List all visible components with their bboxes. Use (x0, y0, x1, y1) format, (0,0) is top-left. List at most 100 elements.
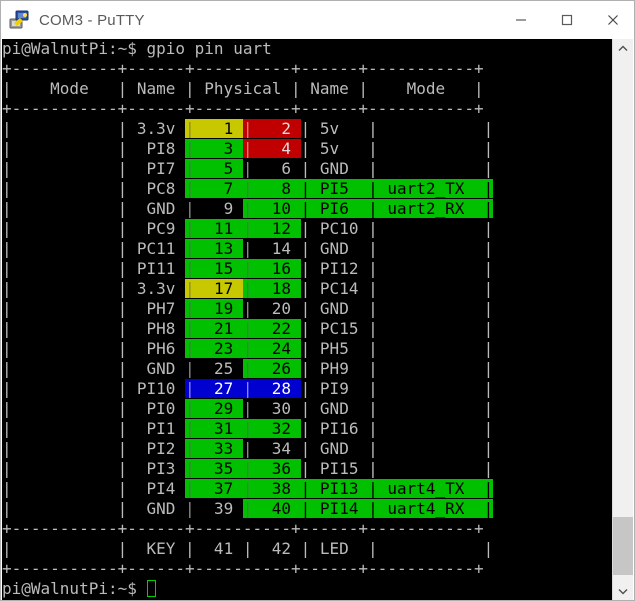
pin-pad-right (291, 379, 301, 398)
pin-pad-left (233, 339, 243, 358)
mode-left-cell: | | PI0 (2, 399, 186, 418)
mode-right-cell: | PI15 | | (300, 459, 494, 478)
mode-right-cell: | PC14 | | (300, 279, 494, 298)
scroll-up-arrow[interactable] (613, 39, 633, 57)
mode-right-cell: | 5v | | (300, 119, 494, 138)
pin-pad-right (291, 339, 301, 358)
pin-sep-left: | (185, 399, 195, 418)
pin-pad-right (291, 159, 301, 178)
mode-right-cell: | PI6 | uart2_RX | (300, 199, 494, 218)
table-border-top: +-----------+------+----------+------+--… (2, 59, 493, 79)
scroll-down-arrow[interactable] (613, 582, 633, 600)
table-row: | | PI1 | 31 | 32 | PI16 | | (2, 419, 493, 439)
pin-pad-right (291, 439, 301, 458)
pin-sep-left: | (185, 119, 195, 138)
pin-pad-right (291, 299, 301, 318)
pin-number-left: 15 (194, 259, 234, 278)
mode-left-cell: | | PI8 (2, 139, 186, 158)
pin-number-right: 16 (252, 259, 292, 278)
pin-sep-left: | (185, 459, 195, 478)
table-row: | | PI7 | 5 | 6 | GND | | (2, 159, 493, 179)
table-row: | | PI2 | 33 | 34 | GND | | (2, 439, 493, 459)
pin-number-right: 26 (252, 359, 292, 378)
pin-number-right: 4 (252, 139, 292, 158)
pin-pad-left (233, 199, 243, 218)
pin-sep-left: | (185, 379, 195, 398)
pin-pad-right (291, 259, 301, 278)
pin-sep-left: | (185, 319, 195, 338)
pin-sep-left: | (185, 419, 195, 438)
mode-right-cell: | PI5 | uart2_TX | (300, 179, 494, 198)
mode-left-cell: | | PH6 (2, 339, 186, 358)
pin-sep-left: | (185, 279, 195, 298)
pin-pad-left (233, 259, 243, 278)
table-border: +-----------+------+----------+------+--… (2, 559, 484, 578)
mode-left-cell: | | PH8 (2, 319, 186, 338)
pin-pad-left (233, 159, 243, 178)
scroll-thumb[interactable] (613, 517, 633, 575)
pin-pad-left (233, 139, 243, 158)
table-row: | | PC9 | 11 | 12 | PC10 | | (2, 219, 493, 239)
command-text: pi@WalnutPi:~$ gpio pin uart (2, 39, 272, 58)
table-row: | | PC11 | 13 | 14 | GND | | (2, 239, 493, 259)
mode-left-cell: | | PI11 (2, 259, 186, 278)
pin-number-right: 12 (252, 219, 292, 238)
pin-pad-right (291, 459, 301, 478)
mode-right-cell: | GND | | (300, 399, 494, 418)
pin-number-right: 38 (252, 479, 292, 498)
minimize-button[interactable] (498, 1, 544, 39)
pin-pad-right (291, 119, 301, 138)
pin-pad-left (233, 359, 243, 378)
pin-pad-left (233, 119, 243, 138)
pin-number-right: 8 (252, 179, 292, 198)
pin-sep-left: | (185, 339, 195, 358)
pin-pad-left (233, 239, 243, 258)
close-button[interactable] (590, 1, 634, 39)
pin-pad-left (233, 279, 243, 298)
pin-number-right: 6 (252, 159, 292, 178)
pin-number-right: | 42 (242, 539, 301, 558)
pin-number-left: 1 (194, 119, 234, 138)
pin-number-right: 30 (252, 399, 292, 418)
pin-number-right: 14 (252, 239, 292, 258)
pin-pad-left (233, 459, 243, 478)
pin-number-right: 22 (252, 319, 292, 338)
table-row: | | 3.3v | 17 | 18 | PC14 | | (2, 279, 493, 299)
terminal-screen[interactable]: pi@WalnutPi:~$ gpio pin uart +-----------… (2, 39, 614, 600)
table-row: | | PH8 | 21 | 22 | PC15 | | (2, 319, 493, 339)
vertical-scrollbar[interactable] (612, 39, 633, 600)
pin-pad-right (291, 219, 301, 238)
pin-number-left: 3 (194, 139, 234, 158)
pin-number-left: 19 (194, 299, 234, 318)
table-row: | | PI10 | 27 | 28 | PI9 | | (2, 379, 493, 399)
mode-right-cell: | PI13 | uart4_TX | (300, 479, 494, 498)
pin-number-left: | 41 (185, 539, 243, 558)
table-row: | | PI0 | 29 | 30 | GND | | (2, 399, 493, 419)
terminal-command-line: pi@WalnutPi:~$ gpio pin uart (2, 39, 493, 59)
mode-left-cell: | | KEY (2, 539, 186, 558)
pin-sep-left: | (185, 259, 195, 278)
pin-sep-left: | (185, 239, 195, 258)
maximize-button[interactable] (544, 1, 590, 39)
mode-left-cell: | | PH7 (2, 299, 186, 318)
window-controls (498, 1, 634, 39)
pin-pad-left (233, 399, 243, 418)
mode-left-cell: | | PI10 (2, 379, 186, 398)
table-row: | | PI4 | 37 | 38 | PI13 | uart4_TX | (2, 479, 494, 499)
table-header-row: | Mode | Name | Physical | Name | Mode | (2, 79, 493, 99)
mode-right-cell: | PC10 | | (300, 219, 494, 238)
pin-number-left: 23 (194, 339, 234, 358)
pin-number-left: 11 (194, 219, 234, 238)
terminal-prompt-line: pi@WalnutPi:~$ (2, 579, 493, 599)
table-row: | | PI11 | 15 | 16 | PI12 | | (2, 259, 493, 279)
pin-number-right: 24 (252, 339, 292, 358)
table-border: +-----------+------+----------+------+--… (2, 519, 484, 538)
mode-left-cell: | | PI7 (2, 159, 186, 178)
pin-sep-left: | (185, 439, 195, 458)
scrollbar-track[interactable] (613, 57, 633, 582)
pin-pad-right (291, 419, 301, 438)
pin-sep-left: | (185, 499, 195, 518)
pin-number-left: 21 (194, 319, 234, 338)
pin-number-left: 9 (194, 199, 234, 218)
pin-number-left: 17 (194, 279, 234, 298)
